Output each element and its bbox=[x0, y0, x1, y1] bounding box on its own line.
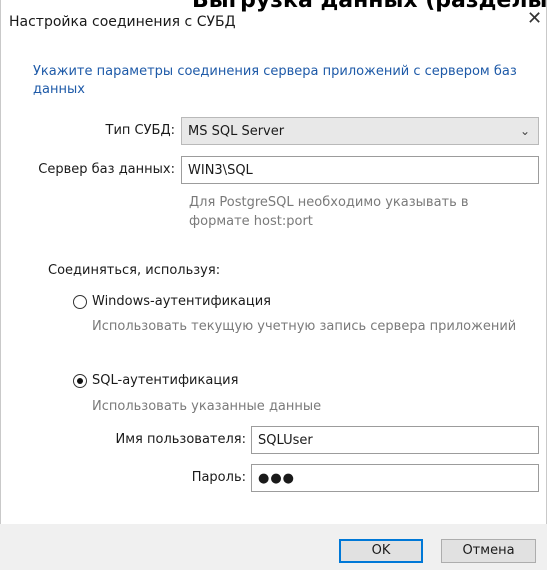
windows-auth-label[interactable]: Windows-аутентификация bbox=[92, 294, 271, 309]
password-input-value: ●●● bbox=[258, 471, 296, 486]
window-border-left bbox=[0, 0, 1, 570]
sql-auth-description: Использовать указанные данные bbox=[92, 399, 322, 414]
connect-using-label: Соединяться, используя: bbox=[48, 263, 221, 278]
ok-button[interactable]: OK bbox=[339, 539, 423, 563]
server-input[interactable]: WIN3\SQL bbox=[181, 156, 539, 184]
username-input[interactable]: SQLUser bbox=[251, 426, 539, 454]
windows-auth-radio[interactable] bbox=[73, 295, 87, 309]
server-label: Сервер баз данных: bbox=[38, 162, 175, 177]
username-input-value: SQLUser bbox=[258, 433, 313, 448]
close-icon[interactable]: ✕ bbox=[527, 9, 542, 29]
intro-text: Укажите параметры соединения сервера при… bbox=[33, 64, 517, 97]
server-hint-line1: Для PostgreSQL необходимо указывать в bbox=[189, 195, 469, 210]
chevron-down-icon: ⌄ bbox=[519, 124, 530, 138]
server-hint-line2: формате host:port bbox=[189, 214, 313, 229]
sql-auth-label[interactable]: SQL-аутентификация bbox=[92, 373, 238, 388]
dbms-type-label: Тип СУБД: bbox=[105, 123, 175, 138]
cancel-button[interactable]: Отмена bbox=[441, 539, 536, 563]
sql-auth-radio[interactable] bbox=[73, 374, 87, 388]
clipped-background-heading: Выгрузка данных (разделы) bbox=[192, 0, 547, 13]
dbms-type-value: MS SQL Server bbox=[188, 124, 285, 139]
dbms-type-select[interactable]: MS SQL Server ⌄ bbox=[181, 117, 539, 145]
password-input[interactable]: ●●● bbox=[251, 464, 539, 492]
server-input-value: WIN3\SQL bbox=[188, 163, 253, 178]
windows-auth-description: Использовать текущую учетную запись серв… bbox=[92, 319, 517, 334]
password-label: Пароль: bbox=[191, 470, 246, 485]
dialog-title: Настройка соединения с СУБД bbox=[9, 14, 236, 30]
username-label: Имя пользователя: bbox=[115, 432, 246, 447]
